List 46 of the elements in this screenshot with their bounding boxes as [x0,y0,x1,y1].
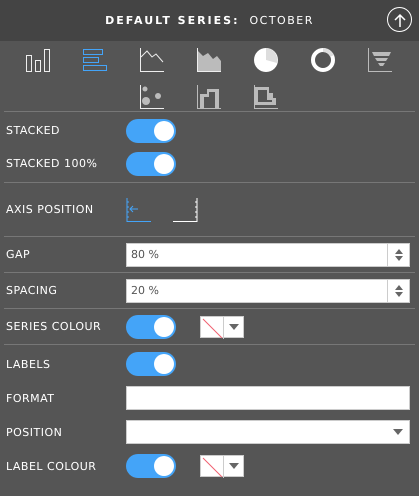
field-label: SPACING [6,284,58,297]
funnel-chart-icon [366,46,392,72]
field-label: POSITION [6,426,64,438]
up-down-arrows-icon [394,284,402,296]
toggle-switch[interactable] [126,352,176,376]
bar-chart-icon [82,46,108,72]
field-label: STACKED [6,124,61,137]
left-axis-button[interactable] [126,198,152,222]
toggle-switch[interactable] [126,454,176,478]
field-label: AXIS POSITION [6,203,95,216]
pie-chart-icon [252,46,278,72]
column-chart-icon [24,46,50,72]
select-field[interactable] [126,420,410,444]
field-value: 20 % [130,284,160,297]
up-arrow-icon [394,12,406,26]
dropdown-arrow-icon [393,429,403,435]
field-label: LABEL COLOUR [6,460,98,472]
toggle-switch[interactable] [126,152,176,176]
dropdown-arrow-icon [228,463,238,469]
right-axis-button[interactable] [172,198,198,222]
field-label: LABELS [6,358,52,370]
donut-chart-icon [310,46,336,72]
step-bar-chart-icon [252,84,278,110]
field-value: 80 % [130,248,160,261]
area-chart-icon [196,46,222,72]
no-colour-icon [201,316,223,338]
dropdown-arrow-icon [228,324,238,330]
no-colour-icon [201,456,223,478]
collapse-button[interactable] [387,7,412,32]
field-label: SERIES COLOUR [6,320,102,333]
toggle-switch[interactable] [126,118,176,142]
field-label: GAP [6,248,32,261]
scatter-chart-icon [138,84,164,110]
number-field[interactable]: 80 % [126,242,410,266]
header-label: DEFAULT SERIES: [105,14,240,27]
up-down-arrows-icon [394,248,402,260]
toggle-switch[interactable] [126,314,176,338]
colour-picker[interactable] [200,455,244,477]
field-label: STACKED 100% [6,157,98,170]
field-label: FORMAT [6,392,56,404]
step-chart-icon [196,84,222,110]
line-chart-icon [138,46,164,72]
series-name: OCTOBER [250,14,314,27]
number-field[interactable]: 20 % [126,278,410,302]
input-field[interactable] [126,386,410,410]
colour-picker[interactable] [200,316,244,338]
